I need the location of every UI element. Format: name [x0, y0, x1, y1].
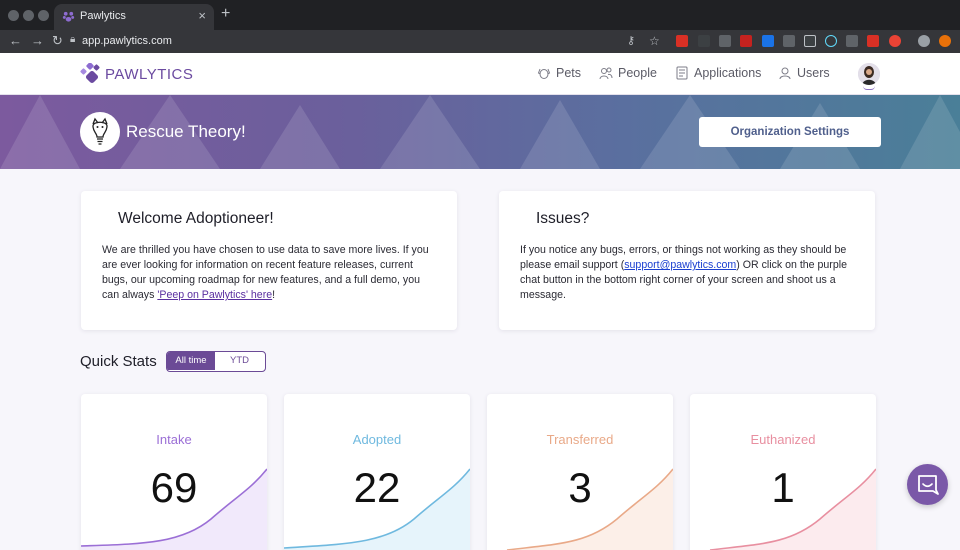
stat-value-intake: 69: [150, 464, 198, 511]
pdf-extension-icon[interactable]: [740, 35, 752, 47]
toggle-all-time[interactable]: All time: [167, 352, 215, 370]
profile-icon[interactable]: [918, 35, 930, 47]
reload-icon[interactable]: ↻: [52, 32, 63, 50]
notification-extension-icon[interactable]: [889, 35, 901, 47]
new-tab-icon[interactable]: +: [221, 6, 230, 22]
pocket-extension-icon[interactable]: [804, 35, 816, 47]
nav-users-label: Users: [797, 66, 830, 80]
close-tab-icon[interactable]: ×: [198, 8, 206, 23]
nav-users[interactable]: Users: [778, 66, 830, 80]
stat-label-adopted: Adopted: [352, 432, 402, 447]
url-field[interactable]: 🔒︎ app.pawlytics.com: [70, 32, 670, 51]
stat-card-euthanized: Euthanized 1: [690, 394, 876, 550]
people-icon: [599, 67, 613, 80]
welcome-title: Welcome Adoptioneer!: [118, 210, 274, 227]
nav-people-label: People: [618, 66, 657, 80]
stat-label-euthanized: Euthanized: [750, 432, 816, 447]
toggle-ytd[interactable]: YTD: [215, 352, 264, 370]
puzzle-extension-icon[interactable]: [762, 35, 774, 47]
tools-extension-icon[interactable]: [846, 35, 858, 47]
stat-value-euthanized: 1: [771, 464, 795, 511]
extension-icon[interactable]: [698, 35, 710, 47]
user-badge-icon: [779, 67, 791, 80]
chat-bubble-icon: [918, 475, 939, 495]
chat-launcher-button[interactable]: [907, 464, 948, 505]
quick-stats-title: Quick Stats: [80, 353, 157, 370]
window-maximize-dot[interactable]: [38, 10, 49, 21]
gmail-extension-icon[interactable]: [719, 35, 731, 47]
react-extension-icon[interactable]: [825, 35, 837, 47]
paw-logo-icon: [80, 63, 100, 84]
logo-text: PAWLYTICS: [105, 66, 194, 83]
stat-card-intake: Intake 69: [81, 394, 267, 550]
browser-tab[interactable]: Pawlytics ×: [54, 4, 214, 30]
organization-banner: Rescue Theory! Organization Settings: [0, 95, 960, 169]
stat-label-transferred: Transferred: [546, 432, 614, 447]
avatar-caret-icon[interactable]: [863, 86, 875, 90]
forward-arrow-icon[interactable]: →: [31, 32, 44, 50]
dog-face-icon: [537, 68, 551, 79]
organization-settings-button[interactable]: Organization Settings: [699, 117, 881, 147]
welcome-card: Welcome Adoptioneer! We are thrilled you…: [81, 191, 457, 330]
browser-address-bar: ← → ↻ 🔒︎ app.pawlytics.com ⚷ ☆: [0, 30, 960, 53]
support-email-link[interactable]: support@pawlytics.com: [624, 259, 736, 271]
paw-icon: [62, 11, 75, 22]
organization-name: Rescue Theory!: [126, 122, 246, 141]
document-icon: [676, 66, 688, 80]
avatar-portrait-icon: [858, 63, 880, 85]
organization-logo: [80, 112, 120, 152]
nav-applications[interactable]: Applications: [675, 66, 761, 80]
stat-value-adopted: 22: [353, 464, 401, 511]
nav-people[interactable]: People: [599, 66, 657, 80]
key-icon[interactable]: ⚷: [627, 32, 635, 50]
grammarly-extension-icon[interactable]: [867, 35, 879, 47]
adblock-extension-icon[interactable]: [676, 35, 688, 47]
time-range-toggle: All time YTD: [166, 351, 266, 372]
issues-card: Issues? If you notice any bugs, errors, …: [499, 191, 875, 330]
stat-card-transferred: Transferred 3: [487, 394, 673, 550]
lock-icon: 🔒︎: [70, 34, 76, 45]
back-arrow-icon[interactable]: ←: [9, 32, 22, 50]
issues-body: If you notice any bugs, errors, or thing…: [520, 243, 857, 303]
url-text: app.pawlytics.com: [82, 35, 172, 47]
tab-title: Pawlytics: [80, 10, 126, 22]
nav-applications-label: Applications: [694, 66, 762, 80]
nav-pets[interactable]: Pets: [537, 66, 581, 80]
update-icon[interactable]: [939, 35, 951, 47]
nav-pets-label: Pets: [556, 66, 582, 80]
window-close-dot[interactable]: [8, 10, 19, 21]
bookmark-star-icon[interactable]: ☆: [649, 32, 660, 50]
browser-tab-bar: Pawlytics × +: [0, 0, 960, 30]
window-minimize-dot[interactable]: [23, 10, 34, 21]
lightbulb-cat-icon: [92, 117, 108, 145]
stat-card-adopted: Adopted 22: [284, 394, 470, 550]
welcome-body: We are thrilled you have chosen to use d…: [102, 243, 439, 303]
stat-value-transferred: 3: [568, 464, 592, 511]
peep-on-pawlytics-link[interactable]: 'Peep on Pawlytics' here: [157, 289, 272, 301]
font-extension-icon[interactable]: [783, 35, 795, 47]
user-avatar[interactable]: [858, 63, 880, 85]
app-header: PAWLYTICS Pets People Applications Users: [0, 53, 960, 95]
stat-label-intake: Intake: [156, 432, 192, 447]
issues-title: Issues?: [536, 210, 590, 227]
welcome-body-tail: !: [272, 289, 276, 301]
